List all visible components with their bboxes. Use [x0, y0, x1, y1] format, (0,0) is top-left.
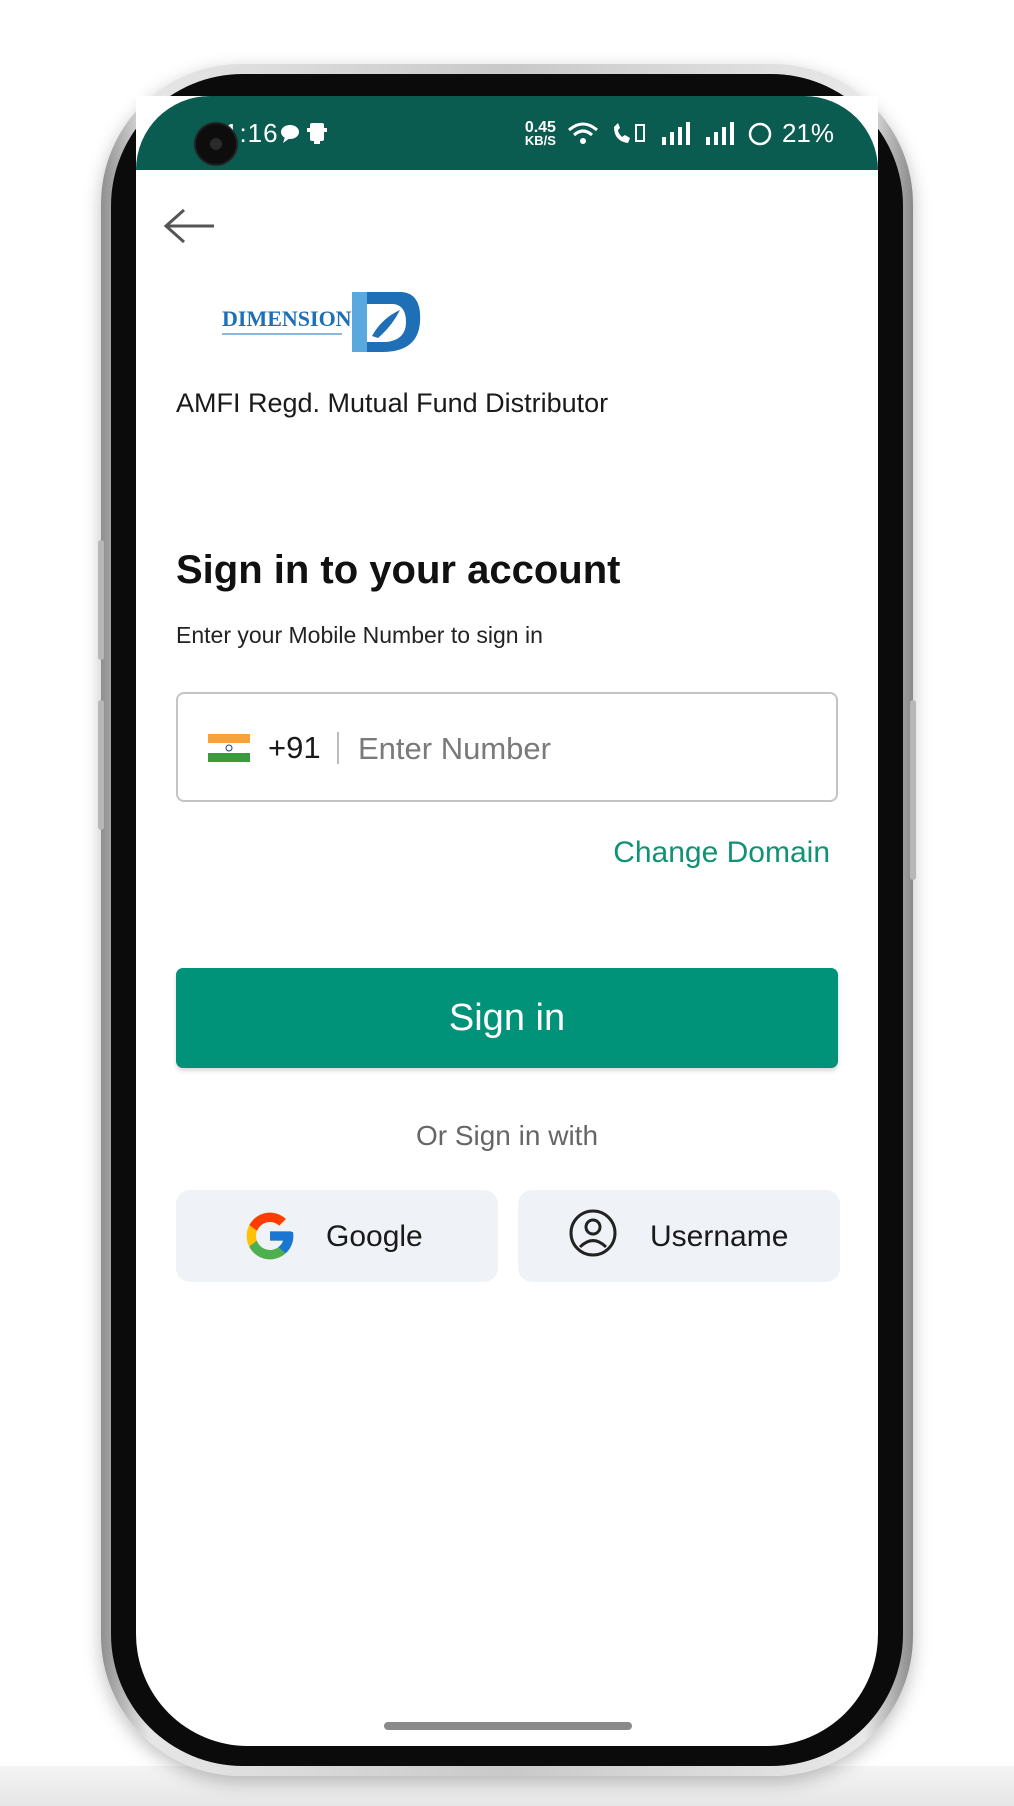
network-speed-value: 0.45: [524, 118, 556, 136]
status-bar: 1:16 0.45 KB/S 21%: [136, 96, 878, 170]
signal-icon-sim2: [705, 121, 734, 145]
field-divider: [337, 732, 339, 764]
call-signal-icon: [613, 122, 645, 143]
google-sign-in-button[interactable]: Google: [176, 1190, 498, 1282]
page-subtitle: Enter your Mobile Number to sign in: [176, 622, 543, 648]
brand-logo: DIMENSION: [222, 286, 432, 358]
app-screen: 1:16 0.45 KB/S 21% DIMENSION AMFI Regd. …: [136, 96, 878, 1746]
home-indicator[interactable]: [384, 1722, 632, 1730]
google-icon: [246, 1212, 294, 1260]
mobile-number-field[interactable]: +91: [176, 692, 838, 802]
network-speed-unit: KB/S: [524, 132, 556, 148]
battery-icon: [748, 122, 772, 145]
google-button-label: Google: [326, 1220, 423, 1253]
or-sign-in-with-label: Or Sign in with: [415, 1120, 599, 1151]
volume-button-lower: [98, 700, 104, 830]
sign-in-button[interactable]: Sign in: [176, 968, 838, 1068]
page-title: Sign in to your account: [176, 548, 621, 592]
network-speed: 0.45 KB/S: [524, 118, 556, 148]
change-domain-link[interactable]: Change Domain: [613, 836, 830, 870]
username-sign-in-button[interactable]: Username: [518, 1190, 840, 1282]
india-flag-icon: [208, 734, 250, 762]
tagline: AMFI Regd. Mutual Fund Distributor: [176, 388, 609, 418]
status-indicators: 0.45 KB/S 21%: [525, 118, 834, 149]
signal-icon: [661, 121, 690, 145]
power-button: [910, 700, 916, 880]
message-icon: [281, 123, 327, 144]
wifi-icon: [567, 122, 598, 144]
front-camera: [194, 122, 238, 166]
back-arrow-icon[interactable]: [160, 204, 220, 248]
username-button-label: Username: [650, 1220, 789, 1253]
battery-percent: 21%: [781, 118, 834, 148]
notification-icons: [278, 120, 334, 152]
user-circle-icon: [569, 1209, 617, 1257]
dimension-logo-icon: DIMENSION: [222, 292, 421, 352]
volume-button: [98, 540, 104, 660]
country-code[interactable]: +91: [268, 730, 321, 766]
mobile-number-input[interactable]: [356, 724, 820, 774]
logo-wordmark: DIMENSION: [222, 306, 352, 331]
